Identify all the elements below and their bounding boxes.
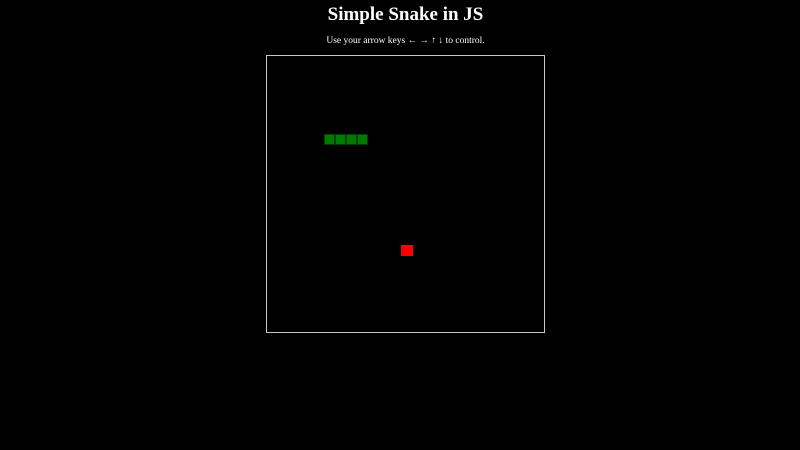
snake-segment bbox=[334, 134, 347, 146]
game-board[interactable] bbox=[266, 55, 545, 333]
snake-segment bbox=[357, 134, 369, 146]
instructions-text: Use your arrow keys ← → ↑ ↓ to control. bbox=[326, 36, 485, 46]
food-pellet bbox=[401, 244, 413, 256]
snake-segment bbox=[323, 134, 335, 146]
page-title: Simple Snake in JS bbox=[327, 4, 484, 25]
snake-segment bbox=[346, 134, 358, 146]
